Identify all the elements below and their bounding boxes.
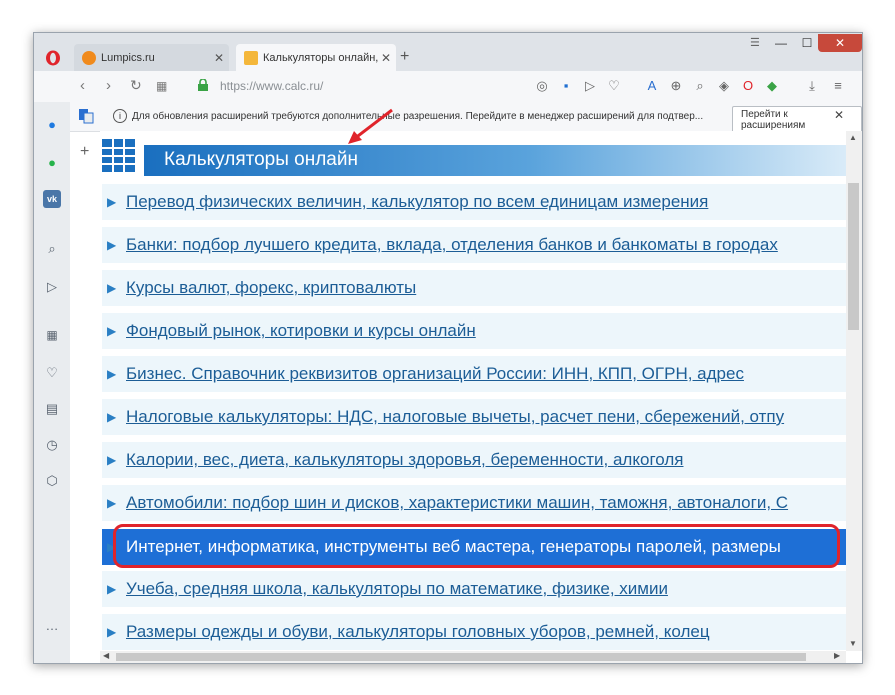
scroll-right-icon[interactable]: ▶: [834, 651, 840, 660]
camera-icon[interactable]: ◎: [534, 78, 550, 94]
send-icon[interactable]: ▷: [582, 78, 598, 94]
messenger-icon[interactable]: ●: [43, 116, 61, 134]
arrow-icon: ▶: [107, 496, 117, 510]
tab-lumpics[interactable]: Lumpics.ru ✕: [74, 44, 229, 71]
new-tab-button[interactable]: +: [400, 48, 409, 66]
download-icon[interactable]: ⤓: [804, 78, 820, 94]
category-link[interactable]: Налоговые калькуляторы: НДС, налоговые в…: [126, 407, 784, 427]
sidebar: ● ● vk ⌕ ▷ ▦ ♡ ▤ ◷ ⬡ …: [34, 102, 70, 663]
info-icon: i: [113, 109, 127, 123]
minimize-button[interactable]: —: [768, 34, 794, 52]
vpn-icon[interactable]: ▪: [558, 78, 574, 94]
globe-icon[interactable]: ⊕: [668, 78, 684, 94]
category-link[interactable]: Бизнес. Справочник реквизитов организаци…: [126, 364, 744, 384]
url-input[interactable]: https://www.calc.ru/: [220, 79, 323, 93]
horizontal-scrollbar[interactable]: ◀ ▶: [100, 651, 846, 663]
tab-close-icon[interactable]: ✕: [378, 51, 394, 65]
lumpics-favicon-icon: [82, 50, 96, 65]
shield-icon[interactable]: ◈: [716, 78, 732, 94]
close-window-button[interactable]: ✕: [818, 34, 862, 52]
reload-icon[interactable]: ↻: [130, 77, 142, 94]
tab-menu-icon[interactable]: ☰: [750, 36, 760, 49]
tab-bar: Lumpics.ru ✕ Калькуляторы онлайн, спр ✕ …: [34, 33, 862, 71]
forward-icon[interactable]: ›: [106, 77, 111, 94]
category-row[interactable]: ▶ Перевод физических величин, калькулятор…: [102, 184, 846, 220]
maximize-button[interactable]: ☐: [794, 34, 820, 52]
calculator-grid-icon: [102, 139, 135, 172]
category-row[interactable]: ▶ Налоговые калькуляторы: НДС, налоговые …: [102, 399, 846, 435]
adblock-icon[interactable]: ◆: [764, 78, 780, 94]
whatsapp-icon[interactable]: ●: [43, 154, 61, 172]
add-sidebar-icon[interactable]: +: [80, 143, 89, 161]
category-link[interactable]: Автомобили: подбор шин и дисков, характе…: [126, 493, 788, 513]
browser-window: Lumpics.ru ✕ Калькуляторы онлайн, спр ✕ …: [33, 32, 863, 664]
scroll-left-icon[interactable]: ◀: [103, 651, 109, 660]
category-link[interactable]: Калории, вес, диета, калькуляторы здоров…: [126, 450, 683, 470]
arrow-icon: ▶: [107, 238, 117, 252]
send-icon[interactable]: ▷: [43, 278, 61, 296]
translate-icon[interactable]: A: [644, 78, 660, 94]
category-row[interactable]: ▶ Курсы валют, форекс, криптовалюты: [102, 270, 846, 306]
arrow-icon: ▶: [107, 625, 117, 639]
category-row[interactable]: ▶ Фондовый рынок, котировки и курсы онлай…: [102, 313, 846, 349]
tab-title: Lumpics.ru: [101, 51, 155, 64]
search-icon[interactable]: ⌕: [43, 240, 61, 258]
tab-close-icon[interactable]: ✕: [211, 51, 227, 65]
vertical-scrollbar[interactable]: ▲ ▼: [846, 131, 862, 651]
category-link[interactable]: Перевод физических величин, калькулятор …: [126, 192, 708, 212]
calc-favicon-icon: [244, 50, 258, 65]
arrow-icon: ▶: [107, 582, 117, 596]
page-content: Калькуляторы онлайн ▶ Перевод физических …: [100, 131, 846, 663]
extensions-icon[interactable]: ⬡: [43, 472, 61, 490]
arrow-icon: ▶: [107, 453, 117, 467]
heart-icon[interactable]: ♡: [43, 364, 61, 382]
close-notification-icon[interactable]: ✕: [834, 108, 844, 122]
category-row[interactable]: ▶ Размеры одежды и обуви, калькуляторы го…: [102, 614, 846, 650]
back-icon[interactable]: ‹: [80, 77, 85, 94]
vertical-scroll-thumb[interactable]: [848, 183, 859, 330]
speed-dial-icon[interactable]: ▦: [156, 79, 167, 93]
category-link[interactable]: Курсы валют, форекс, криптовалюты: [126, 278, 416, 298]
opera-logo-icon[interactable]: [45, 50, 61, 66]
notification-message: Для обновления расширений требуются допо…: [132, 111, 704, 122]
speed-dial-icon[interactable]: ▦: [43, 326, 61, 344]
arrow-icon: ▶: [107, 324, 117, 338]
translate-icon[interactable]: [78, 108, 94, 124]
tab-title: Калькуляторы онлайн, спр: [263, 51, 378, 64]
search-ext-icon[interactable]: ⌕: [692, 78, 708, 94]
highlight-frame: [113, 524, 840, 568]
category-link[interactable]: Фондовый рынок, котировки и курсы онлайн: [126, 321, 476, 341]
annotation-arrow-icon: [348, 108, 393, 144]
notification-bar: i Для обновления расширений требуются до…: [70, 102, 862, 134]
vk-icon[interactable]: vk: [43, 190, 61, 208]
heart-icon[interactable]: ♡: [606, 78, 622, 94]
arrow-icon: ▶: [107, 367, 117, 381]
category-link[interactable]: Размеры одежды и обуви, калькуляторы гол…: [126, 622, 710, 642]
arrow-icon: ▶: [107, 281, 117, 295]
more-icon[interactable]: …: [43, 617, 61, 635]
history-icon[interactable]: ◷: [43, 436, 61, 454]
category-row[interactable]: ▶ Автомобили: подбор шин и дисков, характ…: [102, 485, 846, 521]
category-link[interactable]: Учеба, средняя школа, калькуляторы по ма…: [126, 579, 668, 599]
tab-calc[interactable]: Калькуляторы онлайн, спр ✕: [236, 44, 396, 71]
category-row[interactable]: ▶ Калории, вес, диета, калькуляторы здоро…: [102, 442, 846, 478]
horizontal-scroll-thumb[interactable]: [116, 653, 806, 661]
opera-ext-icon[interactable]: O: [740, 78, 756, 94]
page-title-banner: Калькуляторы онлайн: [144, 145, 846, 176]
lock-icon: [198, 79, 208, 91]
category-row[interactable]: ▶ Бизнес. Справочник реквизитов организац…: [102, 356, 846, 392]
category-link[interactable]: Банки: подбор лучшего кредита, вклада, о…: [126, 235, 778, 255]
scroll-up-icon[interactable]: ▲: [849, 133, 857, 142]
scroll-down-icon[interactable]: ▼: [849, 639, 857, 648]
news-icon[interactable]: ▤: [43, 400, 61, 418]
page-title: Калькуляторы онлайн: [164, 149, 358, 170]
category-row[interactable]: ▶ Учеба, средняя школа, калькуляторы по м…: [102, 571, 846, 607]
easy-setup-icon[interactable]: ≡: [830, 78, 846, 94]
arrow-icon: ▶: [107, 195, 117, 209]
arrow-icon: ▶: [107, 410, 117, 424]
category-row[interactable]: ▶ Банки: подбор лучшего кредита, вклада, …: [102, 227, 846, 263]
address-bar: ‹ › ↻ ▦ https://www.calc.ru/ ◎ ▪ ▷ ♡ A ⊕…: [34, 71, 862, 103]
